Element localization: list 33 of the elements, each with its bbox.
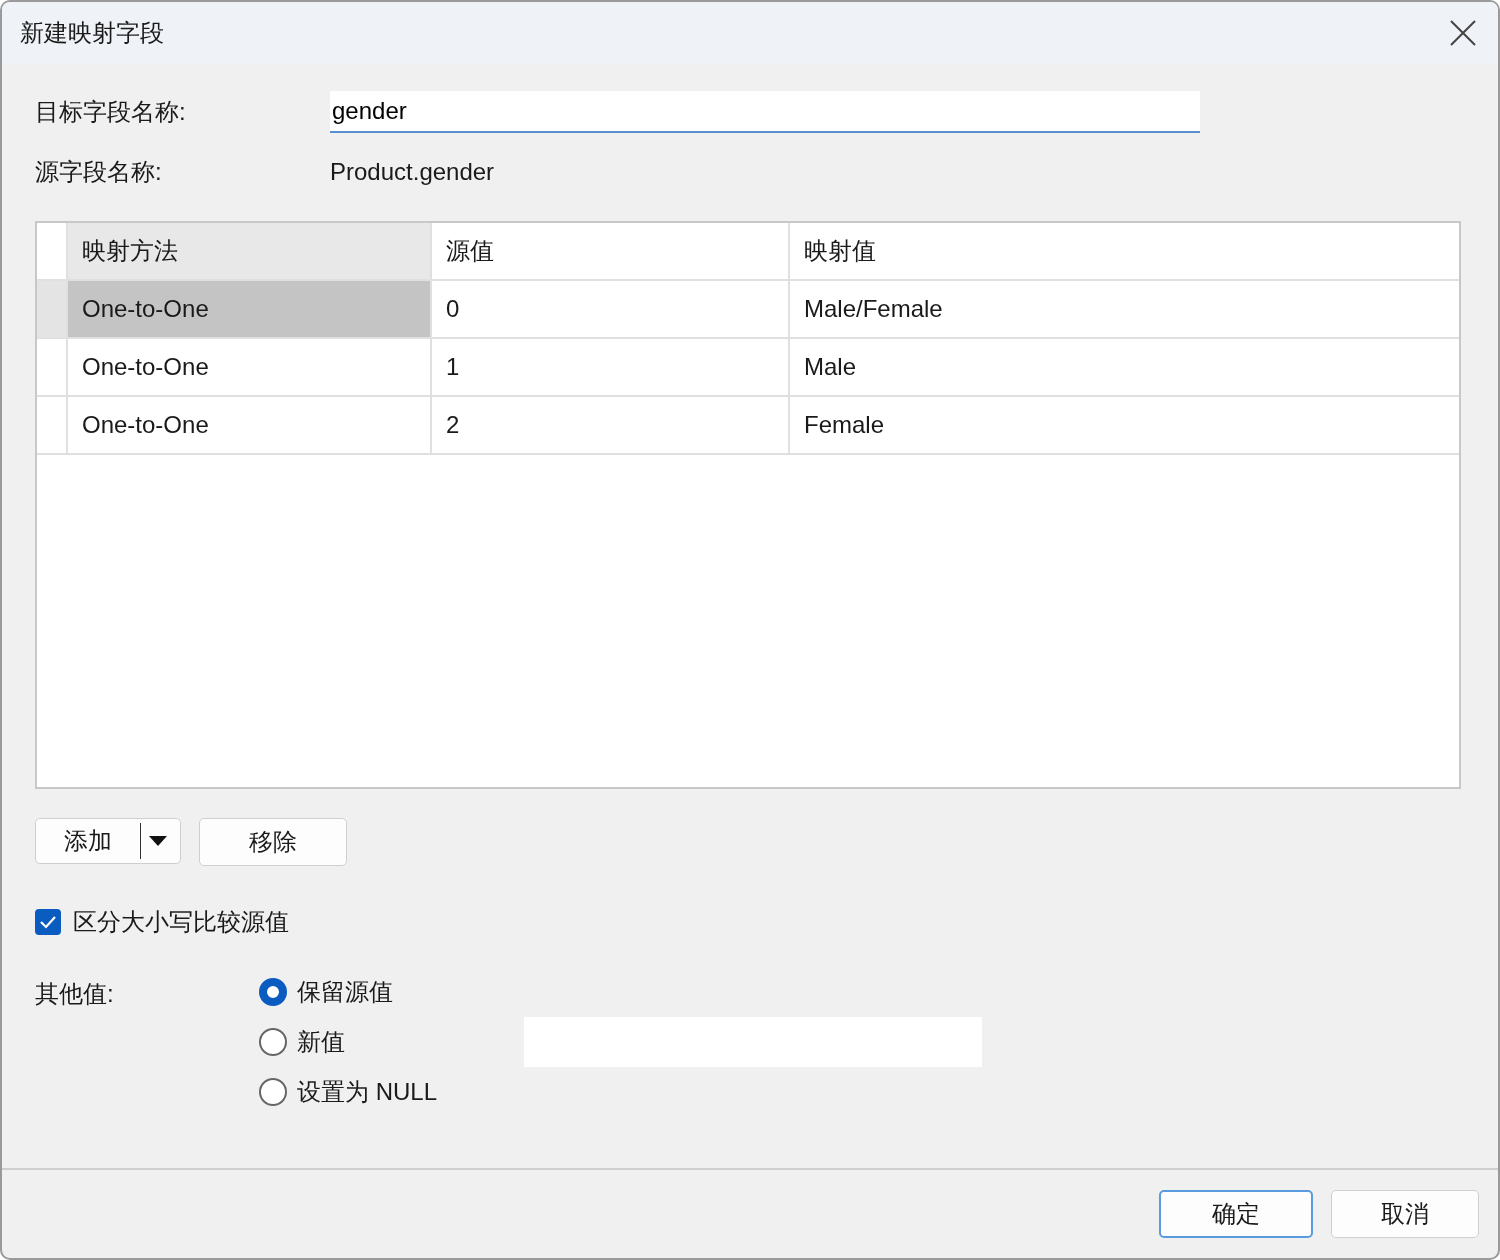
- table-cell[interactable]: One-to-One: [68, 397, 432, 453]
- window-title: 新建映射字段: [20, 18, 164, 48]
- column-header[interactable]: 源值: [432, 223, 790, 279]
- radio-label: 保留源值: [297, 977, 394, 1007]
- checkbox[interactable]: [35, 909, 61, 935]
- field-label: 其他值:: [35, 979, 115, 1009]
- dialog-button[interactable]: 取消: [1331, 1190, 1479, 1238]
- column-header[interactable]: 映射值: [790, 223, 1459, 279]
- table-cell[interactable]: Male/Female: [790, 281, 1459, 337]
- field-label: 源字段名称:: [35, 157, 163, 187]
- checkmark-icon: [39, 915, 57, 929]
- table-cell[interactable]: 0: [432, 281, 790, 337]
- add-split-button[interactable]: 添加: [35, 818, 181, 864]
- source-field-value: Product.gender: [330, 158, 495, 186]
- radio-button[interactable]: [259, 978, 287, 1006]
- dropdown-caret-icon[interactable]: [149, 836, 167, 846]
- radio-button[interactable]: [259, 1028, 287, 1056]
- field-label: 目标字段名称:: [35, 97, 187, 127]
- target-field-input[interactable]: gender: [330, 91, 1200, 133]
- table-cell[interactable]: 2: [432, 397, 790, 453]
- radio-label: 设置为 NULL: [297, 1077, 439, 1107]
- remove-button[interactable]: 移除: [199, 818, 347, 866]
- table-cell[interactable]: 1: [432, 339, 790, 395]
- dialog-button[interactable]: 确定: [1159, 1190, 1313, 1238]
- column-header[interactable]: 映射方法: [68, 223, 432, 279]
- table-cell[interactable]: Male: [790, 339, 1459, 395]
- table-cell[interactable]: One-to-One: [68, 339, 432, 395]
- table-cell[interactable]: Female: [790, 397, 1459, 453]
- radio-label: 新值: [297, 1027, 346, 1057]
- checkbox-label: 区分大小写比较源值: [73, 907, 289, 937]
- table-cell[interactable]: One-to-One: [68, 281, 432, 337]
- radio-button[interactable]: [259, 1078, 287, 1106]
- close-icon[interactable]: [1450, 20, 1476, 46]
